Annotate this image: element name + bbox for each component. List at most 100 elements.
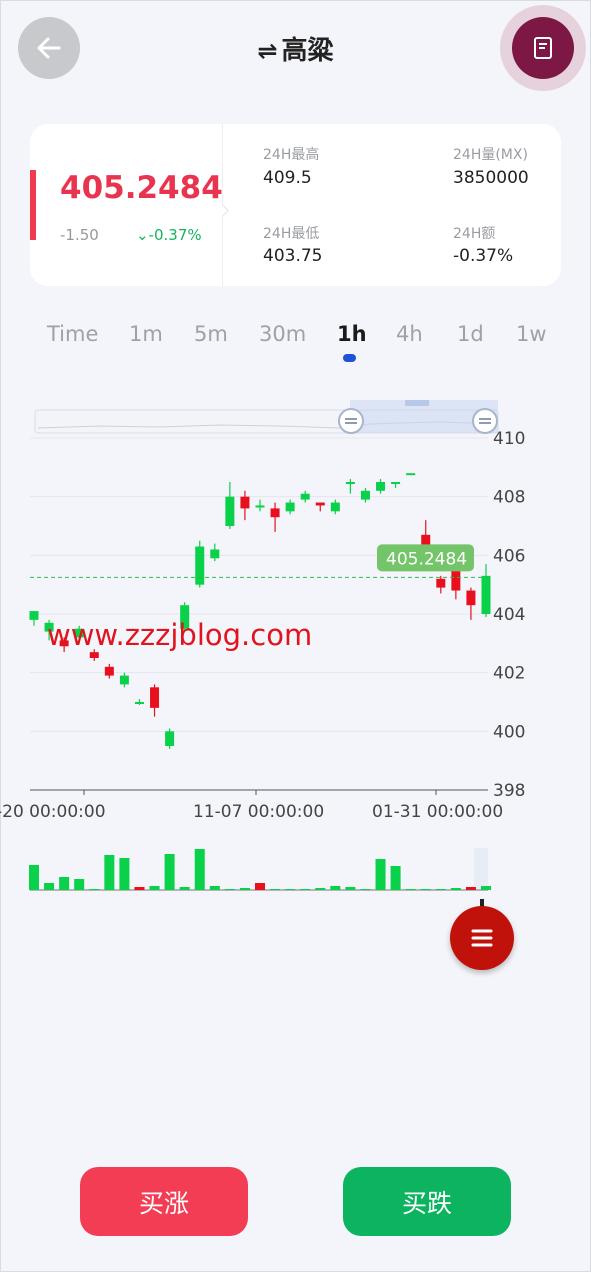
volume-bar	[74, 879, 85, 890]
y-tick-label: 398	[493, 781, 525, 801]
volume-bar	[255, 883, 265, 890]
swap-icon: ⇌	[257, 37, 278, 65]
tab-1d[interactable]: 1d	[457, 322, 484, 346]
volume-bar	[450, 888, 461, 890]
zoom-window-grip[interactable]	[405, 400, 429, 406]
low-value: 403.75	[263, 246, 323, 266]
zoom-slider[interactable]	[34, 400, 499, 434]
candle-body	[391, 482, 401, 484]
volume-bar	[119, 858, 130, 890]
candle-body	[315, 502, 325, 506]
y-axis: 410 408 406 404 402 400 398	[493, 429, 525, 801]
price-change: -1.50	[60, 226, 99, 244]
candle-body	[104, 666, 114, 676]
volume-bar	[390, 866, 401, 890]
ticker-card: 405.2484 -1.50 ⌄-0.37% 24H最高 409.5 24H量(…	[30, 124, 561, 286]
candle-body	[210, 549, 220, 559]
tab-1m[interactable]: 1m	[129, 322, 163, 346]
volume-bar	[209, 886, 220, 890]
interval-tabs: Time 1m 5m 30m 1h 4h 1d 1w	[0, 322, 591, 366]
watermark-text: www.zzzjblog.com	[47, 618, 313, 652]
candle-body	[285, 502, 295, 512]
volume-bar	[465, 887, 476, 890]
candle-body	[451, 570, 461, 591]
candles-layer	[29, 473, 491, 749]
last-price-tag-text: 405.2484	[386, 549, 467, 569]
volume-bar	[435, 889, 446, 890]
x-axis: -20 00:00:00 11-07 00:00:00 01-31 00:00:00	[0, 789, 503, 822]
active-tab-indicator	[343, 354, 356, 362]
document-icon	[534, 37, 552, 59]
candle-body	[300, 493, 310, 500]
volume-bar	[375, 859, 386, 890]
indicator-menu-button[interactable]	[450, 906, 514, 970]
orders-button[interactable]	[512, 17, 574, 79]
volume-bar	[330, 886, 341, 890]
volume-bar	[164, 854, 175, 890]
orders-button-ring[interactable]	[500, 5, 586, 91]
candle-body	[165, 731, 175, 746]
candle-body	[436, 578, 446, 588]
volume-bar	[270, 889, 281, 890]
volume-bar	[104, 855, 115, 890]
last-price: 405.2484	[60, 170, 223, 206]
candle-body	[134, 702, 144, 704]
volume-bar	[300, 889, 311, 890]
candle-body	[150, 687, 160, 708]
volume-bar	[134, 887, 145, 890]
tab-1w[interactable]: 1w	[516, 322, 547, 346]
candle-body	[406, 473, 416, 476]
menu-icon	[471, 929, 493, 947]
zoom-left-handle[interactable]	[338, 408, 364, 434]
volume-bar	[345, 887, 356, 890]
y-tick-label: 402	[493, 664, 525, 684]
volume-label: 24H量(MX)	[453, 147, 528, 163]
tab-time[interactable]: Time	[47, 322, 98, 346]
volume-bar	[89, 889, 100, 890]
candle-body	[466, 590, 476, 606]
candle-body	[119, 675, 129, 685]
price-change-pct: ⌄-0.37%	[136, 226, 202, 244]
tab-30m[interactable]: 30m	[259, 322, 306, 346]
volume-bar	[179, 887, 190, 890]
y-tick-label: 410	[493, 429, 525, 449]
volume-bar	[29, 865, 39, 890]
candle-body	[225, 496, 235, 526]
volume-bar	[44, 883, 55, 890]
candle-body	[270, 508, 280, 518]
volume-bar	[239, 888, 250, 890]
tab-4h[interactable]: 4h	[396, 322, 423, 346]
volume-bar	[194, 849, 205, 890]
buy-down-button[interactable]: 买跌	[343, 1167, 511, 1236]
volume-bar	[285, 889, 296, 890]
price-accent-bar	[30, 170, 36, 240]
candle-body	[255, 505, 265, 508]
change-pct-value: -0.37%	[148, 226, 202, 244]
volume-bar	[149, 886, 160, 890]
tab-5m[interactable]: 5m	[194, 322, 228, 346]
high-label: 24H最高	[263, 147, 320, 163]
buy-up-button[interactable]: 买涨	[80, 1167, 248, 1236]
candle-body	[29, 611, 39, 620]
symbol-name: 高粱	[281, 36, 334, 66]
y-tick-label: 400	[493, 722, 525, 742]
candle-body	[240, 496, 250, 509]
candle-body	[376, 482, 386, 491]
y-tick-label: 408	[493, 488, 525, 508]
volume-bar	[360, 889, 371, 890]
x-tick-label: 01-31 00:00:00	[372, 802, 503, 822]
volume-bar	[405, 889, 416, 890]
volume-bar	[59, 877, 70, 890]
volume-bars	[29, 848, 491, 891]
volume-bar	[224, 889, 235, 890]
low-label: 24H最低	[263, 226, 320, 242]
candle-body	[195, 546, 205, 585]
candle-body	[481, 575, 491, 614]
volume-value: 3850000	[453, 168, 529, 188]
high-value: 409.5	[263, 168, 312, 188]
amount-value: -0.37%	[453, 246, 514, 266]
chevron-down-icon: ⌄	[136, 226, 149, 244]
volume-bar	[420, 889, 431, 890]
tab-1h[interactable]: 1h	[337, 322, 367, 346]
candle-body	[330, 502, 340, 512]
